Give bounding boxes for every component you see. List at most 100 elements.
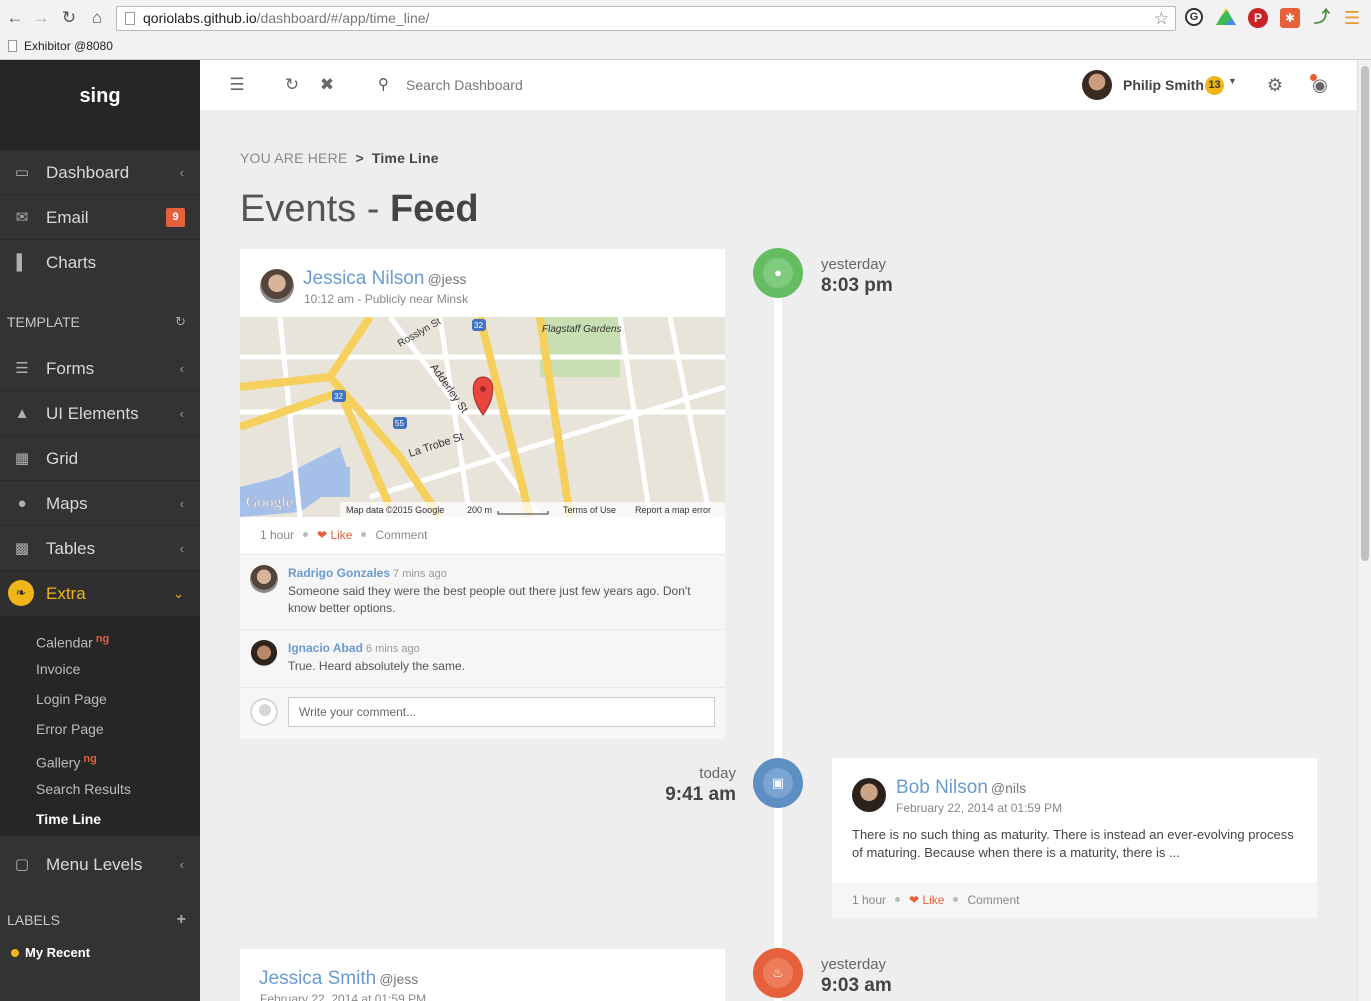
sidebar-item-menu-levels[interactable]: ▢ Menu Levels ‹ <box>0 842 200 887</box>
chevron-down-icon: ⌄ <box>173 586 184 601</box>
sidebar-item-tables[interactable]: ▩ Tables ‹ <box>0 526 200 571</box>
event-card: Jessica Nilson @jess 10:12 am - Publicly … <box>240 249 725 739</box>
refresh-icon[interactable]: ↻ <box>175 298 186 346</box>
comment-button[interactable]: Comment <box>967 893 1019 907</box>
author-name[interactable]: Bob Nilson <box>896 777 988 798</box>
sidebar-item-ui-elements[interactable]: ▲ UI Elements ‹ <box>0 391 200 436</box>
bookmark-star-icon[interactable]: ☆ <box>1154 7 1169 30</box>
browser-chrome: ← → ↻ ⌂ qoriolabs.github.io/dashboard/#/… <box>0 0 1371 60</box>
event-clock: 9:41 am <box>665 784 736 805</box>
sidebar-item-extra[interactable]: ❧ Extra ⌄ <box>0 571 200 616</box>
pinterest-icon[interactable]: P <box>1248 8 1268 28</box>
user-name[interactable]: Philip Smith <box>1123 60 1204 110</box>
bar-chart-icon: ▌ <box>16 254 28 271</box>
map-terms-link[interactable]: Terms of Use <box>563 505 616 515</box>
home-icon[interactable]: ⌂ <box>86 7 108 29</box>
avatar[interactable] <box>1082 70 1112 100</box>
refresh-icon[interactable]: ↻ <box>279 72 305 98</box>
comment-input[interactable] <box>288 697 715 727</box>
sidebar-item-charts[interactable]: ▌ Charts <box>0 240 200 285</box>
address-bar[interactable]: qoriolabs.github.io/dashboard/#/app/time… <box>116 6 1176 31</box>
separator-dot <box>361 532 367 538</box>
submenu-item-invoice[interactable]: Invoice <box>0 654 200 684</box>
comment-time: 7 mins ago <box>393 568 447 580</box>
avatar[interactable] <box>852 778 886 812</box>
forward-arrow-icon[interactable]: → <box>30 7 52 29</box>
bookmark-exhibitor[interactable]: Exhibitor @8080 <box>24 39 113 53</box>
scrollbar-thumb[interactable] <box>1361 66 1369 561</box>
event-card: Bob Nilson @nils February 22, 2014 at 01:… <box>832 758 1317 918</box>
page-scrollbar[interactable] <box>1357 60 1371 1001</box>
sidebar-item-label: Menu Levels <box>46 855 143 874</box>
route-shield: 32 <box>334 392 343 401</box>
chevron-left-icon: ‹ <box>179 361 184 376</box>
breadcrumb-separator: > <box>355 150 364 166</box>
like-button[interactable]: ❤ Like <box>909 893 944 907</box>
notification-count-badge: 13 <box>1205 76 1224 95</box>
globe-icon[interactable]: ◉ <box>1309 72 1331 98</box>
label-my-recent[interactable]: My Recent <box>0 941 200 965</box>
caret-down-icon[interactable]: ▼ <box>1228 76 1237 86</box>
sidebar-item-label: Email <box>46 208 89 227</box>
submenu-label: Calendar <box>36 634 93 651</box>
back-arrow-icon[interactable]: ← <box>4 7 26 29</box>
submenu-item-error-page[interactable]: Error Page <box>0 714 200 744</box>
like-button[interactable]: ❤ Like <box>317 528 352 542</box>
commenter-name[interactable]: Ignacio Abad <box>288 641 363 655</box>
timeline-circle-location: ● <box>753 248 803 298</box>
extension-tool-icon[interactable]: ⤴ <box>1312 8 1332 28</box>
post-actions: 1 hour ❤ Like Comment <box>852 893 1019 907</box>
author-name[interactable]: Jessica Nilson <box>303 268 424 289</box>
chevron-left-icon: ‹ <box>179 496 184 511</box>
email-count-badge: 9 <box>166 208 185 227</box>
comment-icon: ▣ <box>763 768 793 798</box>
drive-icon[interactable] <box>1216 8 1236 25</box>
search-input[interactable] <box>406 73 706 97</box>
map-embed[interactable]: Flagstaff Gardens Rosslyn St Adderley St… <box>240 317 725 517</box>
submenu-item-gallery[interactable]: Gallery ng <box>0 744 200 774</box>
chevron-left-icon: ‹ <box>179 165 184 180</box>
ng-tag: ng <box>95 633 110 645</box>
map-attribution: Map data ©2015 Google <box>346 505 444 515</box>
chevron-left-icon: ‹ <box>179 857 184 872</box>
close-icon[interactable]: ✖ <box>314 72 340 98</box>
map-scale: 200 m <box>467 505 492 515</box>
breadcrumb: YOU ARE HERE > Time Line <box>240 150 439 166</box>
comments-list: Radrigo Gonzales 7 mins ago Someone said … <box>240 554 725 739</box>
search-icon: ⚲ <box>378 76 389 93</box>
submenu-item-login-page[interactable]: Login Page <box>0 684 200 714</box>
submenu-item-calendar[interactable]: Calendar ng <box>0 624 200 654</box>
avatar[interactable] <box>260 269 294 303</box>
comment-time: 6 mins ago <box>365 643 420 655</box>
submenu-item-time-line[interactable]: Time Line <box>0 804 200 834</box>
heart-icon: ❤ <box>317 528 328 542</box>
add-label-icon[interactable]: + <box>177 899 186 941</box>
extension-g-icon[interactable]: G <box>1185 8 1203 26</box>
map-report-link[interactable]: Report a map error <box>635 505 711 515</box>
gear-icon[interactable]: ⚙ <box>1264 72 1286 98</box>
sidebar-item-dashboard[interactable]: ▭ Dashboard ‹ <box>0 150 200 195</box>
card-header: Jessica Nilson @jess 10:12 am - Publicly … <box>240 249 725 317</box>
sidebar-item-email[interactable]: ✉ Email 9 <box>0 195 200 240</box>
map-marker-icon: ● <box>17 495 27 512</box>
reload-icon[interactable]: ↻ <box>58 7 80 29</box>
sidebar-item-grid[interactable]: ▦ Grid <box>0 436 200 481</box>
url-host: qoriolabs.github.io <box>143 10 257 26</box>
sidebar-item-maps[interactable]: ● Maps ‹ <box>0 481 200 526</box>
author-name[interactable]: Jessica Smith <box>259 968 376 989</box>
submenu-item-search-results[interactable]: Search Results <box>0 774 200 804</box>
logo[interactable]: sing <box>0 60 200 150</box>
event-time: today 9:41 am <box>640 765 736 806</box>
avatar[interactable] <box>250 565 278 593</box>
avatar[interactable] <box>250 640 278 668</box>
url-path: /dashboard/#/app/time_line/ <box>256 10 430 26</box>
event-when: today <box>699 765 736 782</box>
sidebar-item-label: UI Elements <box>46 404 139 423</box>
hamburger-menu-icon[interactable]: ☰ <box>224 72 250 98</box>
extension-asterisk-icon[interactable]: ✱ <box>1280 8 1300 28</box>
comment-button[interactable]: Comment <box>375 528 427 542</box>
commenter-name[interactable]: Radrigo Gonzales <box>288 566 390 580</box>
sidebar-item-forms[interactable]: ☰ Forms ‹ <box>0 346 200 391</box>
post-meta: February 22, 2014 at 01:59 PM <box>896 801 1063 815</box>
browser-menu-icon[interactable]: ☰ <box>1342 8 1362 28</box>
